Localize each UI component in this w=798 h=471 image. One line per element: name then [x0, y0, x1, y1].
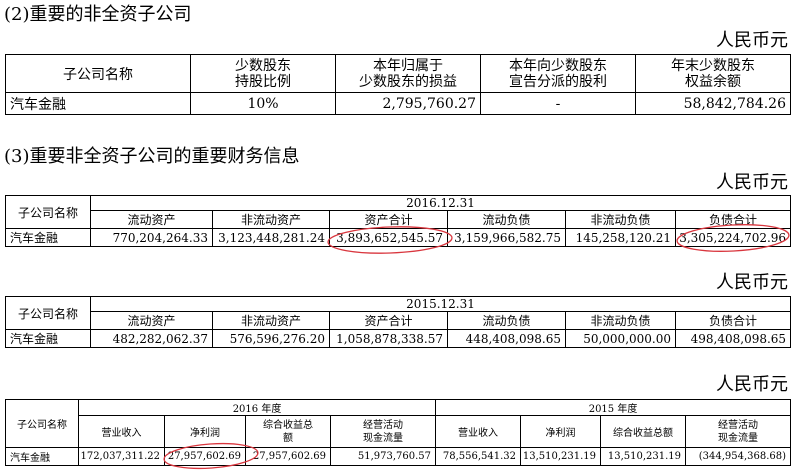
section-2-unit: 人民币元 [716, 30, 788, 51]
header-cf-2016: 经营活动 现金流量 [329, 415, 437, 448]
header-minority-ratio: 少数股东 持股比例 [190, 54, 336, 93]
header-current-liabilities: 流动负债 [447, 311, 566, 330]
header-subsidiary-name: 子公司名称 [5, 296, 91, 330]
header-noncurrent-liabilities: 非流动负债 [565, 210, 676, 229]
header-cf-2015: 经营活动 现金流量 [685, 415, 792, 448]
header-subsidiary-name: 子公司名称 [5, 54, 191, 93]
header-minority-profit: 本年归属于 少数股东的损益 [335, 54, 481, 93]
header-minority-equity: 年末少数股东 权益余额 [635, 54, 791, 93]
header-total-assets: 资产合计 [329, 210, 448, 229]
balance-sheet-2015: 子公司名称 2015.12.31 流动资产 非流动资产 资产合计 流动负债 非流… [5, 296, 792, 348]
section-3-unit: 人民币元 [716, 172, 788, 193]
cell-total-liabilities: 498,408,098.65 [674, 329, 792, 348]
income-unit: 人民币元 [716, 374, 788, 395]
header-subsidiary-name: 子公司名称 [5, 195, 91, 229]
header-noncurrent-assets: 非流动资产 [212, 210, 330, 229]
table-row: 汽车金融 172,037,311.22 27,957,602.69 27,957… [5, 447, 792, 466]
header-minority-dividend: 本年向少数股东 宣告分派的股利 [480, 54, 636, 93]
balance-sheet-2016: 子公司名称 2016.12.31 流动资产 非流动资产 资产合计 流动负债 非流… [5, 195, 792, 247]
header-total-assets: 资产合计 [329, 311, 448, 330]
cell-ci-2015: 13,510,231.19 [600, 447, 687, 466]
cell-ratio: 10% [190, 92, 336, 115]
cell-name: 汽车金融 [5, 92, 191, 115]
cell-name: 汽车金融 [5, 447, 79, 466]
cell-total-assets: 3,893,652,545.57 [329, 228, 448, 247]
cell-name: 汽车金融 [5, 228, 91, 247]
header-date-2016: 2016.12.31 [89, 195, 792, 211]
minority-interest-table: 子公司名称 少数股东 持股比例 本年归属于 少数股东的损益 本年向少数股东 宣告分派的… [5, 54, 791, 115]
cell-revenue-2015: 78,556,541.32 [435, 447, 522, 466]
header-revenue-2015: 营业收入 [435, 415, 522, 448]
table-row: 汽车金融 770,204,264.33 3,123,448,281.24 3,8… [5, 228, 792, 247]
table-row: 汽车金融 10% 2,795,760.27 - 58,842,784.26 [5, 92, 791, 115]
header-total-liabilities: 负债合计 [674, 311, 792, 330]
header-noncurrent-liabilities: 非流动负债 [565, 311, 676, 330]
cell-dividend: - [480, 92, 636, 115]
header-current-assets: 流动资产 [90, 311, 213, 330]
header-total-liabilities: 负债合计 [674, 210, 792, 229]
cell-current-liabilities: 3,159,966,582.75 [447, 228, 566, 247]
cell-noncurrent-assets: 3,123,448,281.24 [212, 228, 330, 247]
header-ci-2015: 综合收益总额 [600, 415, 687, 448]
cell-netprofit-2016: 27,957,602.69 [164, 447, 246, 466]
cell-name: 汽车金融 [5, 329, 91, 348]
cell-noncurrent-liabilities: 50,000,000.00 [565, 329, 676, 348]
cell-profit: 2,795,760.27 [335, 92, 481, 115]
cell-cf-2016: 51,973,760.57 [329, 447, 437, 466]
cell-total-assets: 1,058,878,338.57 [329, 329, 448, 348]
balance-2015-unit: 人民币元 [716, 272, 788, 293]
cell-revenue-2016: 172,037,311.22 [78, 447, 165, 466]
section-3-heading: (3)重要非全资子公司的重要财务信息 [4, 146, 300, 167]
cell-ci-2016: 27,957,602.69 [245, 447, 331, 466]
section-2-heading: (2)重要的非全资子公司 [4, 4, 192, 25]
cell-noncurrent-liabilities: 145,258,120.21 [565, 228, 676, 247]
header-revenue-2016: 营业收入 [78, 415, 165, 448]
header-current-liabilities: 流动负债 [447, 210, 566, 229]
header-year-2016: 2016 年度 [77, 399, 437, 416]
header-noncurrent-assets: 非流动资产 [212, 311, 330, 330]
header-subsidiary-name: 子公司名称 [5, 399, 79, 448]
header-current-assets: 流动资产 [90, 210, 213, 229]
cell-current-assets: 482,282,062.37 [90, 329, 213, 348]
header-year-2015: 2015 年度 [435, 399, 792, 416]
cell-total-liabilities: 3,305,224,702.96 [674, 228, 792, 247]
table-row: 汽车金融 482,282,062.37 576,596,276.20 1,058… [5, 329, 792, 348]
cell-cf-2015: (344,954,368.68) [685, 447, 792, 466]
cell-equity: 58,842,784.26 [635, 92, 791, 115]
header-netprofit-2015: 净利润 [520, 415, 602, 448]
header-netprofit-2016: 净利润 [164, 415, 246, 448]
income-statement-table: 子公司名称 2016 年度 2015 年度 营业收入 净利润 综合收益总额 经营… [5, 399, 792, 466]
cell-current-liabilities: 448,408,098.65 [447, 329, 566, 348]
cell-current-assets: 770,204,264.33 [90, 228, 213, 247]
cell-netprofit-2015: 13,510,231.19 [520, 447, 602, 466]
header-ci-2016: 综合收益总额 [245, 415, 331, 448]
cell-noncurrent-assets: 576,596,276.20 [212, 329, 330, 348]
header-date-2015: 2015.12.31 [89, 296, 792, 312]
